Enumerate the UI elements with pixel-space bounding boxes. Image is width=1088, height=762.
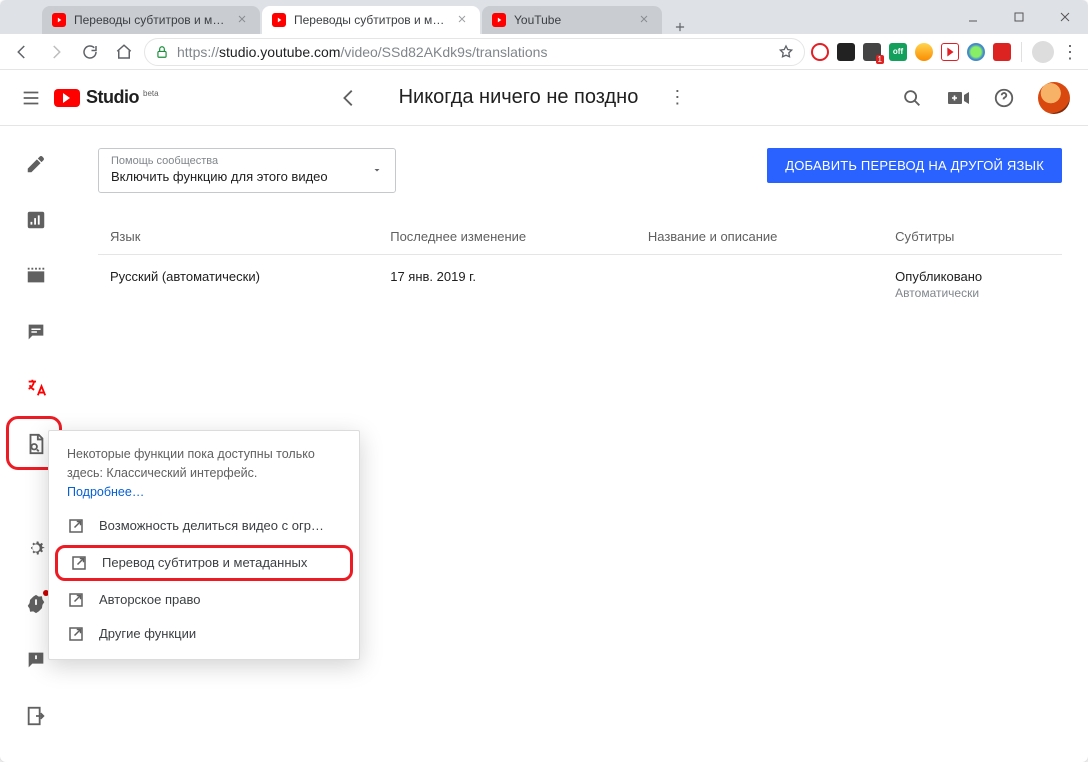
flyout-item-label: Перевод субтитров и метаданных [102, 555, 307, 570]
create-button[interactable] [946, 86, 970, 110]
logo-beta-tag: beta [143, 89, 159, 98]
window-controls [950, 0, 1088, 34]
browser-menu-button[interactable]: ⋮ [1060, 43, 1080, 61]
tab-label: YouTube [514, 13, 630, 27]
external-link-icon [70, 554, 88, 572]
tab-label: Переводы субтитров и метадан [294, 13, 448, 27]
browser-tab[interactable]: YouTube [482, 6, 662, 34]
address-bar-url: https://studio.youtube.com/video/SSd82AK… [177, 44, 770, 60]
flyout-item-label: Авторское право [99, 592, 200, 607]
window-maximize-button[interactable] [996, 0, 1042, 34]
extension-icon[interactable] [967, 43, 985, 61]
dropdown-value: Включить функцию для этого видео [111, 169, 361, 184]
flyout-item-sharing[interactable]: Возможность делиться видео с огр… [49, 509, 359, 543]
help-button[interactable] [992, 86, 1016, 110]
close-icon[interactable] [638, 13, 652, 27]
logo-text: Studio [86, 87, 139, 108]
external-link-icon [67, 517, 85, 535]
cell-modified: 17 янв. 2019 г. [378, 255, 636, 315]
window-minimize-button[interactable] [950, 0, 996, 34]
column-header-language: Язык [98, 219, 378, 255]
browser-tab[interactable]: Переводы субтитров и метадан [42, 6, 260, 34]
tab-label: Переводы субтитров и метадан [74, 13, 228, 27]
flyout-item-copyright[interactable]: Авторское право [49, 583, 359, 617]
sidebar-item-analytics[interactable] [16, 200, 56, 240]
browser-toolbar: https://studio.youtube.com/video/SSd82AK… [0, 34, 1088, 70]
nav-reload-button[interactable] [76, 38, 104, 66]
new-tab-button[interactable] [666, 20, 694, 34]
extension-icon[interactable]: off [889, 43, 907, 61]
address-bar[interactable]: https://studio.youtube.com/video/SSd82AK… [144, 38, 805, 66]
cell-subtitles: Опубликовано Автоматически [883, 255, 1062, 315]
youtube-icon [492, 13, 506, 27]
external-link-icon [67, 591, 85, 609]
subtitle-status: Опубликовано [895, 269, 1050, 284]
subtitle-status-note: Автоматически [895, 286, 1050, 300]
sidebar-item-translations[interactable] [16, 368, 56, 408]
sidebar-item-editor[interactable] [16, 256, 56, 296]
sidebar-item-details[interactable] [16, 144, 56, 184]
column-header-modified: Последнее изменение [378, 219, 636, 255]
lock-icon [155, 45, 169, 59]
community-help-dropdown[interactable]: Помощь сообщества Включить функцию для э… [98, 148, 396, 193]
cell-language: Русский (автоматически) [98, 255, 378, 315]
add-translation-button[interactable]: ДОБАВИТЬ ПЕРЕВОД НА ДРУГОЙ ЯЗЫК [767, 148, 1062, 183]
extension-icon[interactable]: 1 [863, 43, 881, 61]
close-icon[interactable] [236, 13, 250, 27]
nav-home-button[interactable] [110, 38, 138, 66]
search-button[interactable] [900, 86, 924, 110]
flyout-item-translations[interactable]: Перевод субтитров и метаданных [55, 545, 353, 581]
other-features-flyout: Некоторые функции пока доступны только з… [48, 430, 360, 660]
sidebar-item-comments[interactable] [16, 312, 56, 352]
cell-title-desc [636, 255, 883, 315]
youtube-icon [272, 13, 286, 27]
flyout-description: Некоторые функции пока доступны только з… [49, 445, 359, 483]
youtube-icon [54, 89, 80, 107]
youtube-icon [52, 13, 66, 27]
extension-icon[interactable] [941, 43, 959, 61]
studio-header: Studio beta Никогда ничего не поздно ⋮ [0, 70, 1088, 126]
page-back-button[interactable] [329, 87, 369, 109]
table-row[interactable]: Русский (автоматически) 17 янв. 2019 г. … [98, 255, 1062, 315]
separator [1021, 42, 1022, 62]
translations-table: Язык Последнее изменение Название и опис… [98, 219, 1062, 314]
extension-icon[interactable] [811, 43, 829, 61]
studio-logo[interactable]: Studio beta [54, 87, 159, 108]
browser-tab[interactable]: Переводы субтитров и метадан [262, 6, 480, 34]
profile-avatar-button[interactable] [1032, 41, 1054, 63]
bookmark-icon[interactable] [778, 44, 794, 60]
nav-back-button[interactable] [8, 38, 36, 66]
extension-icon[interactable] [837, 43, 855, 61]
external-link-icon [67, 625, 85, 643]
sidebar-item-classic[interactable] [16, 696, 56, 736]
page-title: Никогда ничего не поздно [399, 86, 639, 109]
window-close-button[interactable] [1042, 0, 1088, 34]
nav-forward-button[interactable] [42, 38, 70, 66]
page-options-button[interactable]: ⋮ [664, 83, 690, 112]
column-header-subtitles: Субтитры [883, 219, 1062, 255]
extension-icon[interactable] [915, 43, 933, 61]
flyout-item-label: Возможность делиться видео с огр… [99, 518, 324, 533]
flyout-item-label: Другие функции [99, 626, 196, 641]
extension-icon[interactable] [993, 43, 1011, 61]
chevron-down-icon [371, 164, 383, 176]
flyout-item-other[interactable]: Другие функции [49, 617, 359, 651]
close-icon[interactable] [456, 13, 470, 27]
dropdown-label: Помощь сообщества [111, 155, 361, 167]
flyout-more-link[interactable]: Подробнее… [49, 483, 359, 509]
menu-button[interactable] [18, 85, 44, 111]
channel-avatar[interactable] [1038, 82, 1070, 114]
extension-icons: 1 off [811, 43, 1011, 61]
browser-titlebar: Переводы субтитров и метадан Переводы су… [0, 0, 1088, 34]
column-header-title-desc: Название и описание [636, 219, 883, 255]
